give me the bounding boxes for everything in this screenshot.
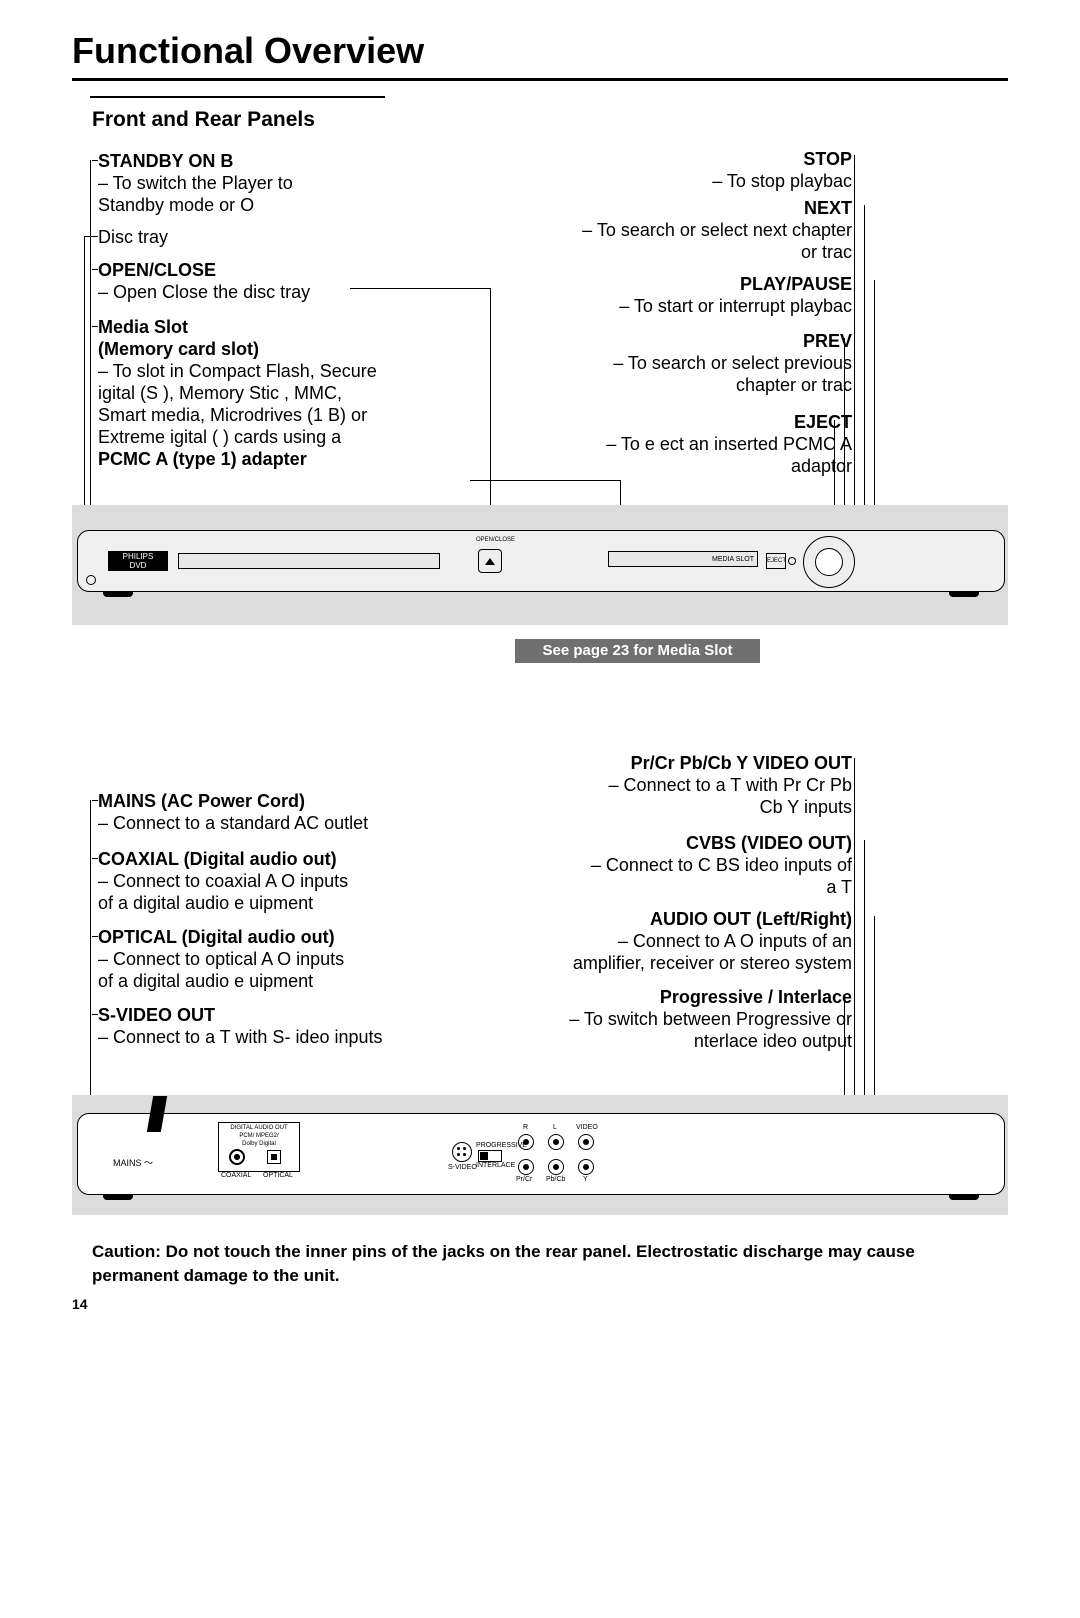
- optical-jack: [267, 1150, 281, 1164]
- foot: [949, 1194, 979, 1200]
- mains-cord: [147, 1096, 167, 1132]
- control-ring: [803, 536, 855, 588]
- leader: [350, 288, 490, 289]
- page-number: 14: [72, 1296, 88, 1312]
- media-slot: MEDIA SLOT: [608, 551, 758, 567]
- tick: [92, 936, 98, 937]
- open-close-button: [478, 549, 502, 573]
- foot: [949, 591, 979, 597]
- rca-pb: [548, 1159, 564, 1175]
- pb-text: Pb/Cb: [546, 1176, 565, 1183]
- r-text: R: [523, 1124, 528, 1131]
- l-text: L: [553, 1124, 557, 1131]
- digital-audio-box: DIGITAL AUDIO OUTPCM/ MPEG2/Dolby Digita…: [218, 1122, 300, 1172]
- front-panel-illustration: PHILIPSDVD OPEN/CLOSE MEDIA SLOT EJECT: [72, 505, 1008, 625]
- progressive-switch: [478, 1150, 502, 1162]
- mains-label: MAINS (AC Power Cord) – Connect to a sta…: [98, 790, 368, 834]
- eject-hole: [788, 557, 796, 565]
- tick: [92, 326, 98, 327]
- tick: [92, 1014, 98, 1015]
- leader: [470, 480, 620, 481]
- cvbs-label: CVBS (VIDEO OUT) – Connect to C BS ideo …: [492, 832, 852, 898]
- video-text: VIDEO: [576, 1124, 598, 1131]
- pr-text: Pr/Cr: [516, 1176, 532, 1183]
- component-label: Pr/Cr Pb/Cb Y VIDEO OUT – Connect to a T…: [492, 752, 852, 818]
- rear-panel-body: MAINS ～ DIGITAL AUDIO OUTPCM/ MPEG2/Dolb…: [77, 1113, 1005, 1195]
- section-rule: [90, 96, 385, 98]
- standby-button: [86, 575, 96, 585]
- disc-tray: [178, 553, 440, 569]
- rca-pr: [518, 1159, 534, 1175]
- open-close-label: OPEN/CLOSE – Open Close the disc tray: [98, 259, 310, 303]
- leader: [84, 236, 92, 237]
- page: Functional Overview Front and Rear Panel…: [0, 0, 1080, 1618]
- rca-r: [518, 1134, 534, 1150]
- section-heading: Front and Rear Panels: [92, 108, 315, 132]
- eject-button: EJECT: [766, 553, 786, 569]
- tick: [92, 800, 98, 801]
- page-title: Functional Overview: [72, 30, 424, 72]
- rca-video: [578, 1134, 594, 1150]
- tick: [92, 160, 98, 161]
- title-rule: [72, 78, 1008, 81]
- next-label: NEXT – To search or select next chapter …: [492, 197, 852, 263]
- inter-text: INTERLACE: [476, 1162, 515, 1169]
- optical-label: OPTICAL (Digital audio out) – Connect to…: [98, 926, 344, 992]
- disc-tray-label: Disc tray: [98, 226, 168, 248]
- play-label: PLAY/PAUSE – To start or interrupt playb…: [492, 273, 852, 317]
- leader: [874, 280, 875, 535]
- svideo-jack: [452, 1142, 472, 1162]
- media-slot-label: Media Slot (Memory card slot) – To slot …: [98, 316, 478, 470]
- media-slot-callout: See page 23 for Media Slot: [515, 639, 760, 663]
- coaxial-label: COAXIAL (Digital audio out) – Connect to…: [98, 848, 348, 914]
- tick: [92, 236, 98, 237]
- svideo-label: S-VIDEO OUT – Connect to a T with S- ide…: [98, 1004, 383, 1048]
- standby-label: STANDBY ON B – To switch the Player to S…: [98, 150, 293, 216]
- oc-text: OPEN/CLOSE: [476, 537, 515, 543]
- prev-label: PREV – To search or select previous chap…: [492, 330, 852, 396]
- svideo-text: S-VIDEO: [448, 1164, 477, 1171]
- stop-label: STOP – To stop playbac: [552, 148, 852, 192]
- audio-out-label: AUDIO OUT (Left/Right) – Connect to A O …: [472, 908, 852, 974]
- foot: [103, 1194, 133, 1200]
- leader: [90, 800, 91, 1145]
- tick: [92, 269, 98, 270]
- eject-label: EJECT – To e ect an inserted PCMC A adap…: [492, 411, 852, 477]
- coax-text: COAXIAL: [221, 1172, 251, 1179]
- dvd-logo: PHILIPSDVD: [108, 551, 168, 571]
- progressive-label: Progressive / Interlace – To switch betw…: [472, 986, 852, 1052]
- caution-text: Caution: Do not touch the inner pins of …: [92, 1240, 972, 1288]
- rear-panel-illustration: MAINS ～ DIGITAL AUDIO OUTPCM/ MPEG2/Dolb…: [72, 1095, 1008, 1215]
- opt-text: OPTICAL: [263, 1172, 293, 1179]
- mains-text: MAINS ～: [113, 1156, 153, 1169]
- leader: [864, 205, 865, 555]
- foot: [103, 591, 133, 597]
- rca-y: [578, 1159, 594, 1175]
- coaxial-jack: [229, 1149, 245, 1165]
- y-text: Y: [583, 1176, 588, 1183]
- rca-l: [548, 1134, 564, 1150]
- front-panel-body: PHILIPSDVD OPEN/CLOSE MEDIA SLOT EJECT: [77, 530, 1005, 592]
- tick: [92, 858, 98, 859]
